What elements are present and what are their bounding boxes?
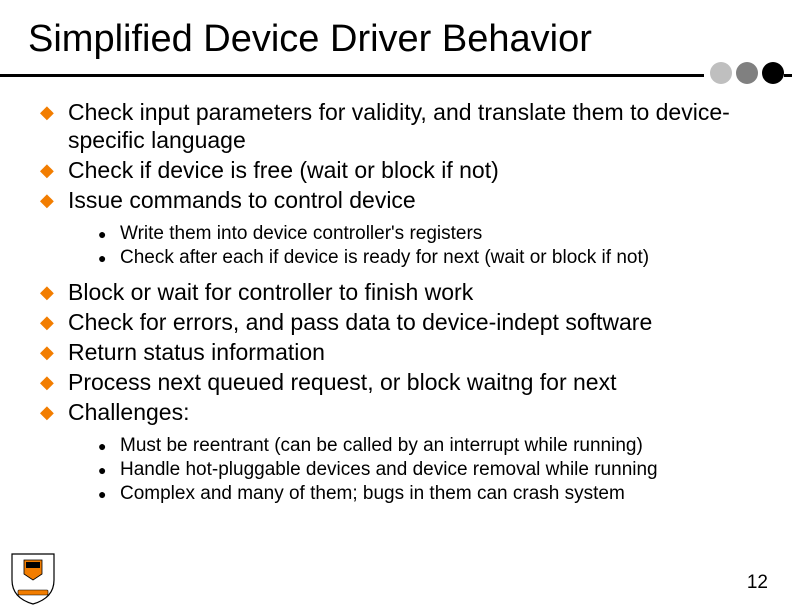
list-item-text: Handle hot-pluggable devices and device … bbox=[120, 458, 658, 482]
diamond-bullet-icon: ◆ bbox=[40, 338, 68, 366]
diamond-bullet-icon: ◆ bbox=[40, 308, 68, 336]
list-item-text: Process next queued request, or block wa… bbox=[68, 368, 616, 396]
list-item: ● Check after each if device is ready fo… bbox=[98, 246, 752, 270]
dot-icon bbox=[710, 62, 732, 84]
list-item-text: Check input parameters for validity, and… bbox=[68, 98, 752, 154]
shield-logo-icon bbox=[10, 550, 56, 606]
diamond-bullet-icon: ◆ bbox=[40, 398, 68, 426]
list-item-text: Must be reentrant (can be called by an i… bbox=[120, 434, 643, 458]
list-item-text: Check if device is free (wait or block i… bbox=[68, 156, 499, 184]
diamond-bullet-icon: ◆ bbox=[40, 278, 68, 306]
round-bullet-icon: ● bbox=[98, 222, 120, 246]
slide-title: Simplified Device Driver Behavior bbox=[28, 18, 592, 61]
page-number: 12 bbox=[747, 572, 768, 594]
list-item: ◆ Block or wait for controller to finish… bbox=[40, 278, 752, 306]
title-rule bbox=[0, 74, 792, 77]
list-item: ◆ Check for errors, and pass data to dev… bbox=[40, 308, 752, 336]
decorative-dots bbox=[704, 62, 784, 84]
dot-icon bbox=[762, 62, 784, 84]
list-item-text: Issue commands to control device bbox=[68, 186, 416, 214]
round-bullet-icon: ● bbox=[98, 246, 120, 270]
list-item-text: Check after each if device is ready for … bbox=[120, 246, 649, 270]
list-item: ● Write them into device controller's re… bbox=[98, 222, 752, 246]
list-item: ● Must be reentrant (can be called by an… bbox=[98, 434, 752, 458]
diamond-bullet-icon: ◆ bbox=[40, 156, 68, 184]
list-item: ● Handle hot-pluggable devices and devic… bbox=[98, 458, 752, 482]
list-item-text: Challenges: bbox=[68, 398, 189, 426]
slide: Simplified Device Driver Behavior ◆ Chec… bbox=[0, 0, 792, 612]
round-bullet-icon: ● bbox=[98, 434, 120, 458]
round-bullet-icon: ● bbox=[98, 482, 120, 506]
list-item-text: Check for errors, and pass data to devic… bbox=[68, 308, 652, 336]
list-item: ◆ Process next queued request, or block … bbox=[40, 368, 752, 396]
list-item-text: Complex and many of them; bugs in them c… bbox=[120, 482, 625, 506]
list-item-text: Return status information bbox=[68, 338, 325, 366]
list-item-text: Block or wait for controller to finish w… bbox=[68, 278, 473, 306]
list-item-text: Write them into device controller's regi… bbox=[120, 222, 482, 246]
list-item: ● Complex and many of them; bugs in them… bbox=[98, 482, 752, 506]
list-item: ◆ Issue commands to control device bbox=[40, 186, 752, 214]
list-item: ◆ Challenges: bbox=[40, 398, 752, 426]
list-item: ◆ Check input parameters for validity, a… bbox=[40, 98, 752, 154]
dot-icon bbox=[736, 62, 758, 84]
round-bullet-icon: ● bbox=[98, 458, 120, 482]
slide-body: ◆ Check input parameters for validity, a… bbox=[40, 98, 752, 506]
diamond-bullet-icon: ◆ bbox=[40, 98, 68, 126]
diamond-bullet-icon: ◆ bbox=[40, 368, 68, 396]
list-item: ◆ Return status information bbox=[40, 338, 752, 366]
list-item: ◆ Check if device is free (wait or block… bbox=[40, 156, 752, 184]
diamond-bullet-icon: ◆ bbox=[40, 186, 68, 214]
